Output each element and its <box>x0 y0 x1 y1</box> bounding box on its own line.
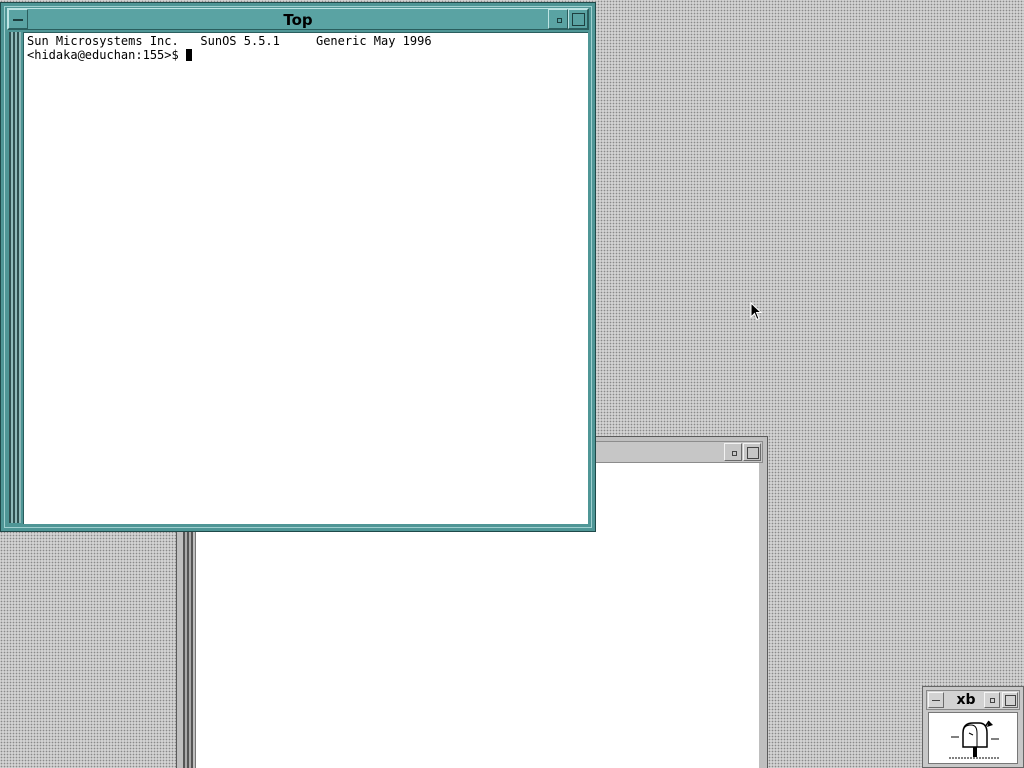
maximize-icon <box>572 13 585 26</box>
mouse-pointer-icon <box>750 302 763 321</box>
terminal-scrollbar[interactable] <box>9 32 21 523</box>
xbiff-window-menu-button[interactable] <box>928 692 944 708</box>
mailbox-icon <box>949 720 999 759</box>
text-cursor <box>185 49 192 61</box>
window-menu-button[interactable] <box>8 9 28 29</box>
background-window-minimize-button[interactable] <box>724 443 742 461</box>
xbiff-content[interactable] <box>928 712 1018 764</box>
terminal-titlebar[interactable]: Top <box>7 8 589 30</box>
xbiff-titlebar[interactable]: xb <box>926 690 1020 710</box>
xbiff-minimize-button[interactable] <box>984 692 1000 708</box>
minimize-icon <box>732 451 737 456</box>
minimize-icon <box>557 18 562 23</box>
xbiff-title: xb <box>956 692 976 708</box>
maximize-icon <box>747 447 759 459</box>
terminal-title: Top <box>283 11 313 29</box>
terminal-content[interactable]: Sun Microsystems Inc. SunOS 5.5.1 Generi… <box>23 32 588 524</box>
minimize-icon <box>990 698 995 703</box>
window-menu-icon <box>932 700 940 701</box>
maximize-icon <box>1005 695 1016 706</box>
desktop[interactable]: { "terminal": { "title": "Top", "lines":… <box>0 0 1024 768</box>
terminal-line-banner: Sun Microsystems Inc. SunOS 5.5.1 Generi… <box>27 34 432 48</box>
shell-prompt: <hidaka@educhan:155>$ <box>27 48 186 62</box>
window-menu-icon <box>13 19 23 21</box>
maximize-button[interactable] <box>568 9 588 29</box>
xbiff-maximize-button[interactable] <box>1002 692 1018 708</box>
minimize-button[interactable] <box>548 9 568 29</box>
xbiff-window[interactable]: xb <box>922 686 1024 768</box>
background-window-maximize-button[interactable] <box>743 443 761 461</box>
terminal-window[interactable]: Top Sun Microsystems Inc. SunOS 5.5.1 Ge… <box>0 2 596 532</box>
terminal-line-prompt[interactable]: <hidaka@educhan:155>$ <box>27 48 585 62</box>
